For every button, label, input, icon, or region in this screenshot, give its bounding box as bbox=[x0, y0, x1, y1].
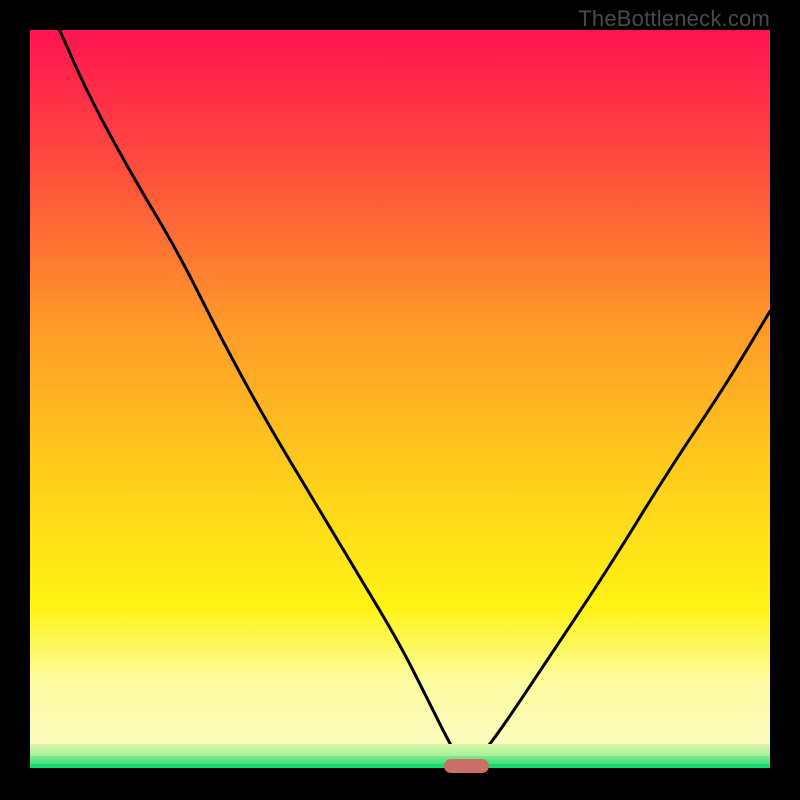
plot-area bbox=[30, 30, 770, 770]
gradient-rect bbox=[30, 30, 770, 770]
chart-svg bbox=[30, 30, 770, 770]
optimal-point-marker bbox=[444, 759, 488, 773]
chart-frame: TheBottleneck.com bbox=[0, 0, 800, 800]
strip-mid bbox=[30, 756, 770, 764]
x-axis-baseline bbox=[30, 768, 770, 770]
watermark: TheBottleneck.com bbox=[578, 6, 770, 32]
strip-upper bbox=[30, 744, 770, 756]
